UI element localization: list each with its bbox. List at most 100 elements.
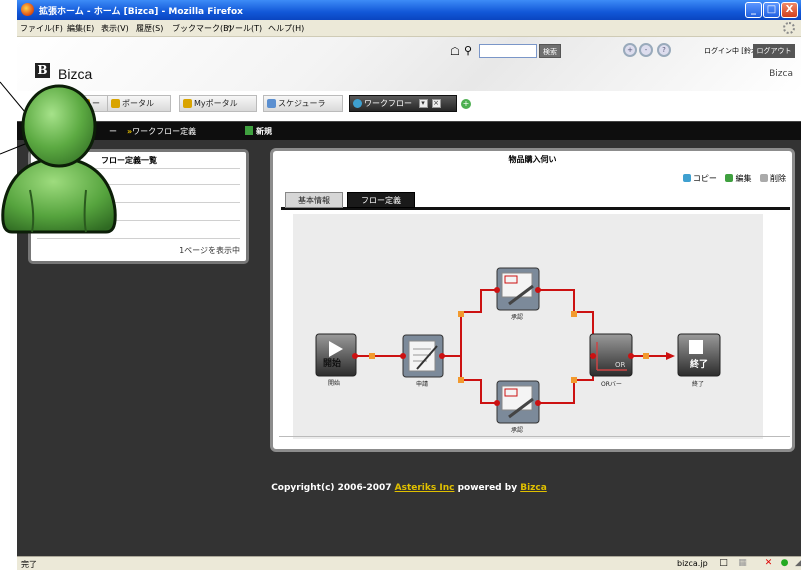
header-brand: Bizca [769, 69, 793, 79]
node-port[interactable] [535, 287, 541, 293]
node-port[interactable] [439, 353, 445, 359]
tab-label: ワークフロー [364, 99, 412, 108]
new-button[interactable]: 新規 [245, 126, 272, 137]
node-port[interactable] [352, 353, 358, 359]
tab-scheduler[interactable]: スケジューラ [263, 95, 343, 112]
logo-text: Bizca [58, 66, 93, 82]
tab-workflow[interactable]: ワークフロー ▾ × [349, 95, 457, 112]
search-button[interactable]: 検索 [539, 44, 561, 58]
tab-label: スケジューラ [278, 99, 326, 108]
tab-label: Myポータル [194, 99, 238, 108]
flow-actions: コピー 編集 削除 [677, 173, 786, 184]
tab-my-portal[interactable]: Myポータル [179, 95, 257, 112]
start-node-text: 開始 [323, 359, 342, 369]
zoom-out-icon[interactable]: - [639, 43, 653, 57]
addon-icon: ▦ [738, 558, 747, 568]
search-input[interactable] [479, 44, 537, 58]
node-port[interactable] [400, 353, 406, 359]
resize-grip-icon[interactable]: ◢ [793, 558, 801, 569]
delete-button[interactable]: 削除 [760, 174, 786, 183]
menu-history[interactable]: 履歴(S) [136, 23, 163, 34]
menu-edit[interactable]: 編集(E) [67, 23, 94, 34]
company-link[interactable]: Asteriks Inc [395, 483, 455, 493]
workflow-node-or-bar[interactable] [589, 333, 634, 377]
approve-bottom-label: 承認 [511, 427, 524, 434]
logout-button[interactable]: ログアウト [753, 44, 795, 58]
end-node-text: 終了 [690, 360, 709, 370]
workflow-node-approve-top[interactable] [494, 267, 541, 311]
tab-menu-icon[interactable]: ▾ [418, 99, 428, 108]
edit-button[interactable]: 編集 [725, 174, 751, 183]
subtab-flow-definition[interactable]: フロー定義 [347, 192, 415, 208]
page-header: B Bizca ☖ ⚲ 検索 + - ? ログイン中 [鈴木] ログアウト Bi… [17, 37, 801, 91]
connector-handle[interactable] [369, 353, 375, 359]
home-icon[interactable]: ☖ [450, 45, 460, 58]
detail-subtabs: 基本情報 フロー定義 [281, 190, 790, 210]
workflow-icon [353, 99, 362, 108]
new-document-icon [245, 126, 253, 135]
ok-icon: ● [780, 558, 789, 568]
start-node-label: 開始 [328, 380, 341, 387]
workflow-canvas: 開始 開始 申請 承認 承認 OR ORバー 終了 終了 [293, 214, 763, 439]
status-text: 完了 [21, 560, 37, 569]
calendar-icon [267, 99, 276, 108]
menu-view[interactable]: 表示(V) [101, 23, 129, 34]
tab-close-icon[interactable]: × [431, 99, 441, 108]
menu-file[interactable]: ファイル(F) [20, 23, 63, 34]
copy-label: コピー [692, 174, 717, 183]
edit-icon [725, 174, 734, 182]
add-tab-icon[interactable]: + [461, 99, 471, 109]
throbber-icon [783, 22, 795, 34]
lock-icon: □ [719, 558, 728, 568]
menu-help[interactable]: ヘルプ(H) [268, 23, 304, 34]
node-port[interactable] [494, 400, 500, 406]
breadcrumb-current: »ワークフロー定義 [127, 126, 196, 137]
workflow-node-approve-bottom[interactable] [494, 380, 541, 424]
connector-handle[interactable] [571, 311, 577, 317]
end-node-label: 終了 [692, 381, 705, 388]
node-port[interactable] [590, 353, 596, 359]
star-icon [183, 99, 192, 108]
subtab-basic-info[interactable]: 基本情報 [285, 192, 343, 208]
workflow-node-start[interactable] [315, 333, 358, 377]
connector-handle[interactable] [458, 311, 464, 317]
connector-handle[interactable] [643, 353, 649, 359]
menu-tools[interactable]: ツール(T) [227, 23, 262, 34]
close-window-button[interactable]: X [781, 2, 798, 18]
connector-handle[interactable] [458, 377, 464, 383]
or-node-label: ORバー [601, 381, 622, 388]
panel-divider [279, 436, 790, 437]
firefox-icon [21, 3, 34, 16]
user-avatar-icon [1, 84, 117, 234]
powered-by-text: powered by [454, 483, 521, 493]
delete-label: 削除 [770, 174, 786, 183]
breadcrumb: ー »ワークフロー定義 新規 [17, 121, 801, 140]
minimize-button[interactable]: _ [745, 2, 762, 18]
breadcrumb-current-label: ワークフロー定義 [132, 127, 197, 136]
node-port[interactable] [535, 400, 541, 406]
page-footer: Copyright(c) 2006-2007 Asteriks Inc powe… [17, 483, 801, 493]
status-domain: bizca.jp [677, 559, 708, 568]
node-port[interactable] [628, 353, 634, 359]
connector-handle[interactable] [571, 377, 577, 383]
window-titlebar: 拡張ホーム - ホーム [Bizca] - Mozilla Firefox _ … [17, 0, 801, 20]
copy-button[interactable]: コピー [682, 174, 717, 183]
page-status: 1ページを表示中 [179, 246, 240, 255]
connector-split-approve2 [460, 356, 497, 404]
block-icon[interactable]: ✕ [763, 558, 774, 569]
new-button-label: 新規 [256, 127, 272, 136]
zoom-in-icon[interactable]: + [623, 43, 637, 57]
help-icon[interactable]: ? [657, 43, 671, 57]
edit-label: 編集 [735, 174, 752, 183]
menu-bar: ファイル(F) 編集(E) 表示(V) 履歴(S) ブックマーク(B) ツール(… [17, 20, 801, 37]
window-title: 拡張ホーム - ホーム [Bizca] - Mozilla Firefox [39, 7, 243, 17]
workflow-node-apply[interactable] [400, 334, 445, 378]
document-icon [408, 340, 436, 372]
node-port[interactable] [494, 287, 500, 293]
stop-icon [689, 340, 703, 354]
tab-label: ポータル [122, 99, 154, 108]
product-link[interactable]: Bizca [520, 483, 547, 493]
approve-top-label: 承認 [511, 314, 524, 321]
menu-bookmarks[interactable]: ブックマーク(B) [172, 23, 232, 34]
maximize-button[interactable]: □ [763, 2, 780, 18]
